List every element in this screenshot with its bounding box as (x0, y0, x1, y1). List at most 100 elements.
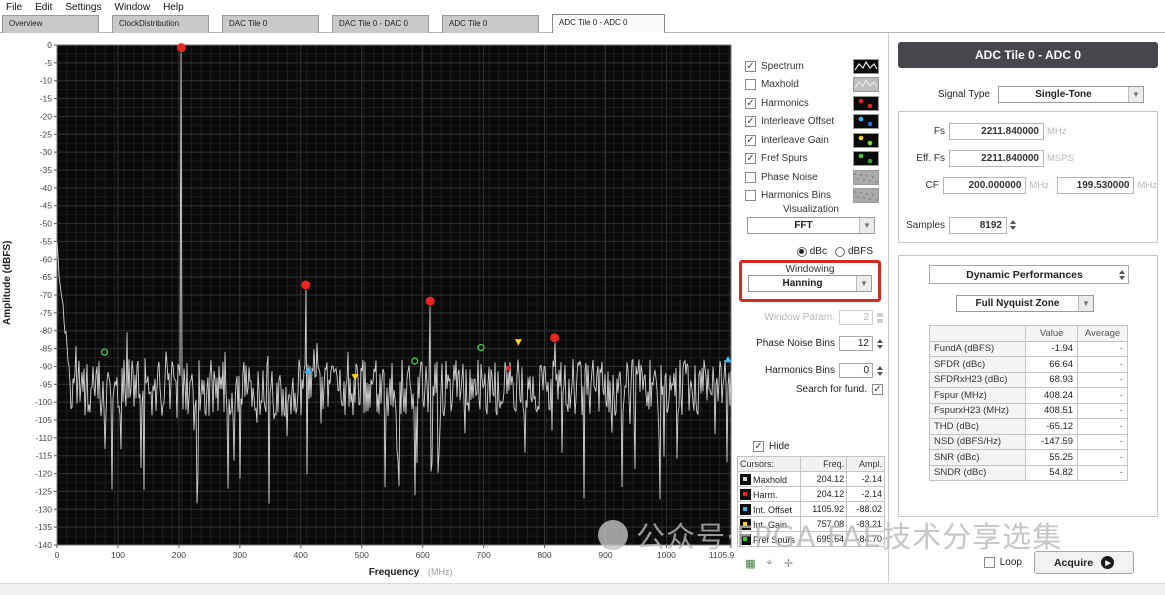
cursor-cell: 204.12 (801, 472, 847, 487)
cursor-legend-chip (740, 534, 751, 545)
performances-selector-value: Dynamic Performances (930, 269, 1119, 281)
interleave-offset-checkbox[interactable]: ✓ (745, 116, 756, 127)
checkbox-label: Fref Spurs (761, 153, 808, 164)
perf-cell: 55.25 (1026, 450, 1078, 466)
tab-clockdistribution[interactable]: ClockDistribution (112, 15, 209, 33)
tab-overview[interactable]: Overview (2, 15, 99, 33)
fs-input[interactable]: 2211.840000 (949, 123, 1044, 140)
perf-cell: Fspur (MHz) (930, 388, 1026, 404)
checkbox-label: Interleave Gain (761, 135, 829, 146)
y-tick-label: -15 (40, 94, 53, 104)
cf-input[interactable]: 200.000000 (943, 177, 1027, 194)
zoom-tool-icon[interactable]: ⌖ (762, 556, 777, 570)
visualization-label: Visualization (735, 204, 887, 215)
menu-item-window[interactable]: Window (115, 2, 151, 13)
tab-dac-tile-0-dac-0[interactable]: DAC Tile 0 - DAC 0 (332, 15, 429, 33)
trace-toggle-row: Maxhold (745, 76, 879, 95)
spectrum-plot-region: 010020030040050060070080090010001105.920… (0, 33, 735, 583)
hide-checkbox[interactable]: ✓ (753, 441, 764, 452)
y-tick-label: -105 (35, 415, 52, 425)
harmonics-bins-stepper[interactable] (877, 366, 883, 376)
visualization-select[interactable]: FFT ▼ (747, 217, 875, 234)
y-axis-title: Amplitude (dBFS) (2, 241, 13, 325)
menu-item-settings[interactable]: Settings (65, 2, 101, 13)
perf-cell: - (1078, 434, 1128, 450)
tab-adc-tile-0-adc-0[interactable]: ADC Tile 0 - ADC 0 (552, 14, 665, 33)
adc-settings-panel: ADC Tile 0 - ADC 0 Signal Type Single-To… (888, 33, 1165, 583)
perf-cell: - (1078, 372, 1128, 388)
cursor-cell: 1105.92 (801, 502, 847, 517)
nyquist-zone-select[interactable]: Full Nyquist Zone ▼ (956, 295, 1094, 312)
menu-item-help[interactable]: Help (163, 2, 184, 13)
cf-measured-value: 199.530000 (1057, 177, 1135, 194)
y-tick-label: -115 (36, 451, 53, 461)
y-tick-label: -140 (35, 540, 52, 550)
chevron-down-icon: ▼ (1128, 87, 1143, 102)
cf-label: CF (899, 180, 939, 191)
signal-type-select[interactable]: Single-Tone ▼ (998, 86, 1144, 103)
fref-spurs-checkbox[interactable]: ✓ (745, 153, 756, 164)
harmonic-marker (177, 43, 186, 52)
interleave-gain-checkbox[interactable]: ✓ (745, 135, 756, 146)
y-tick-label: -50 (40, 219, 53, 229)
radio-unselected-icon (835, 247, 845, 257)
windowing-select[interactable]: Hanning ▼ (748, 275, 872, 292)
phase-noise-bins-stepper[interactable] (877, 339, 883, 349)
performances-group: Dynamic Performances Full Nyquist Zone ▼… (898, 255, 1158, 517)
acquire-button[interactable]: Acquire ▶ (1034, 551, 1134, 574)
harmonic-marker (301, 281, 310, 290)
chevron-down-icon: ▼ (859, 218, 874, 233)
spectrum-checkbox[interactable]: ✓ (745, 61, 756, 72)
menu-item-file[interactable]: File (6, 2, 22, 13)
samples-stepper[interactable] (1010, 220, 1016, 230)
x-tick-label: 700 (477, 550, 491, 560)
harmonics-checkbox[interactable]: ✓ (745, 98, 756, 109)
loop-checkbox[interactable] (984, 557, 995, 568)
maxhold-checkbox[interactable] (745, 79, 756, 90)
phase-noise-checkbox[interactable] (745, 172, 756, 183)
cursor-row-fref-spurs: Fref Spurs695.64-84.70 (738, 532, 885, 547)
perf-header: Value (1026, 326, 1078, 342)
search-for-fund-label: Search for fund. (796, 384, 867, 395)
menu-item-edit[interactable]: Edit (35, 2, 52, 13)
pan-tool-icon[interactable]: ✛ (781, 556, 796, 570)
x-tick-label: 0 (55, 550, 60, 560)
perf-cell: - (1078, 357, 1128, 373)
cursor-cell: -84.70 (847, 532, 885, 547)
y-tick-label: -110 (36, 433, 53, 443)
cursor-cell: Int. Gain (738, 517, 801, 532)
spectrum-plot-canvas[interactable]: 010020030040050060070080090010001105.920… (0, 33, 735, 583)
performances-table: ValueAverageFundA (dBFS)-1.94-SFDR (dBc)… (929, 325, 1128, 481)
phase-noise-bins-input[interactable]: 12 (839, 336, 873, 351)
radio-dbfs[interactable]: dBFS (835, 246, 873, 257)
phase-noise-legend-icon (853, 170, 879, 185)
windowing-label: Windowing (748, 264, 872, 275)
grid-tool-icon[interactable]: ▦ (743, 556, 758, 570)
perf-cell: - (1078, 465, 1128, 481)
perf-cell: NSD (dBFS/Hz) (930, 434, 1026, 450)
harmonics-bins-checkbox[interactable] (745, 190, 756, 201)
search-for-fund-checkbox[interactable]: ✓ (872, 384, 883, 395)
perf-row-sfdrxh23-dbc-: SFDRxH23 (dBc)68.93- (930, 372, 1128, 388)
signal-type-value: Single-Tone (999, 87, 1128, 102)
harmonics-bins-label: Harmonics Bins (765, 365, 835, 376)
y-tick-label: -95 (40, 379, 53, 389)
perf-cell: SFDRxH23 (dBc) (930, 372, 1026, 388)
checkbox-label: Phase Noise (761, 172, 818, 183)
performances-selector[interactable]: Dynamic Performances (929, 265, 1129, 284)
harmonics-bins-input[interactable]: 0 (839, 363, 873, 378)
performances-selector-stepper[interactable] (1119, 270, 1125, 280)
x-axis-unit: (MHz) (428, 567, 453, 577)
radio-dbc[interactable]: dBc (797, 246, 827, 257)
eff-fs-input[interactable]: 2211.840000 (949, 150, 1044, 167)
y-tick-label: -85 (40, 344, 53, 354)
tab-adc-tile-0[interactable]: ADC Tile 0 (442, 15, 539, 33)
tab-dac-tile-0[interactable]: DAC Tile 0 (222, 15, 319, 33)
samples-input[interactable]: 8192 (949, 217, 1007, 234)
perf-cell: - (1078, 388, 1128, 404)
perf-cell: FundA (dBFS) (930, 341, 1026, 357)
perf-row-snr-dbc-: SNR (dBc)55.25- (930, 450, 1128, 466)
cursor-legend-chip (740, 474, 751, 485)
y-tick-label: -100 (35, 397, 52, 407)
radio-selected-icon (797, 247, 807, 257)
